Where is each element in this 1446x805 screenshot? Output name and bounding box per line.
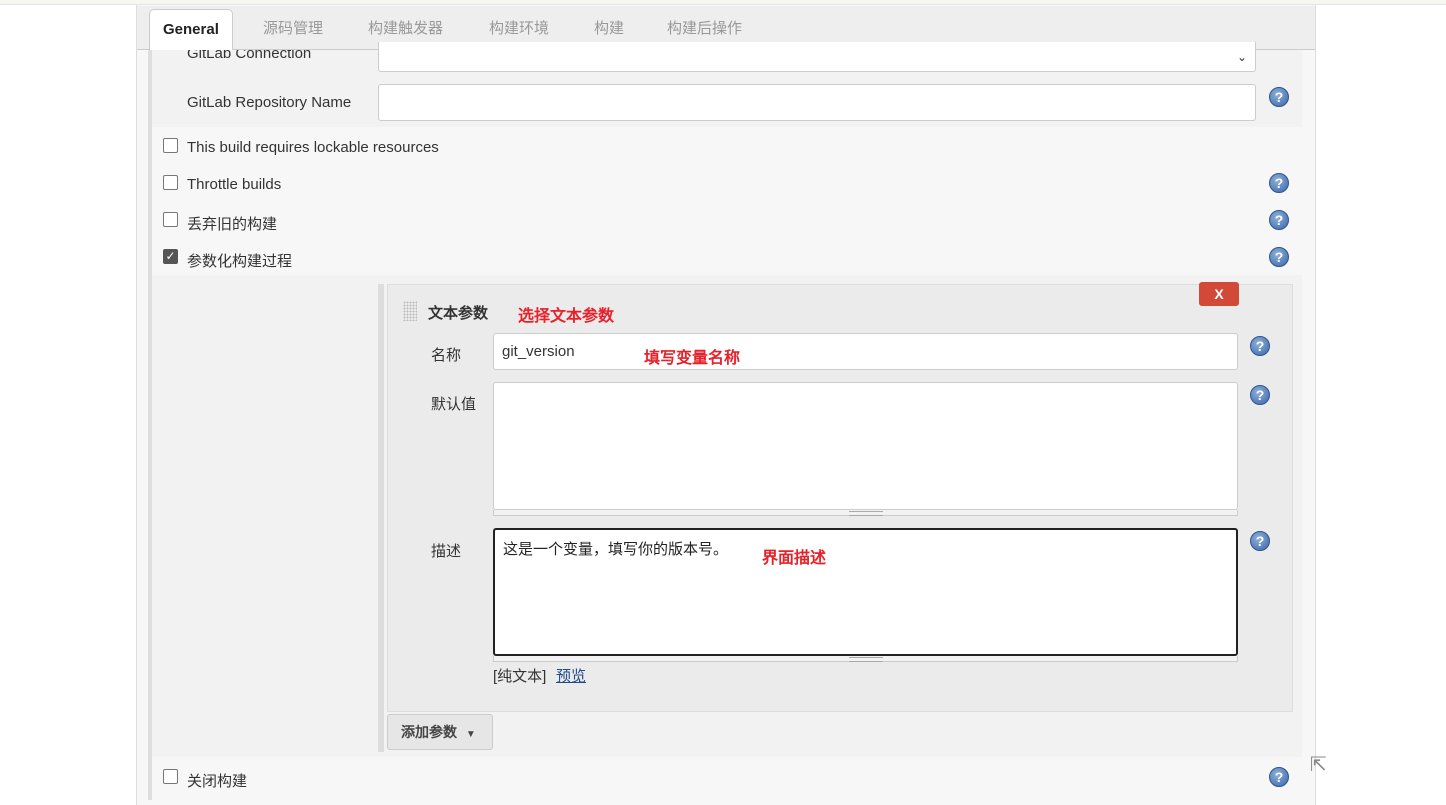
delete-parameter-button[interactable]: X: [1199, 282, 1239, 306]
discard-old-builds-checkbox[interactable]: [163, 212, 178, 227]
resize-handle[interactable]: [493, 510, 1238, 516]
gitlab-repo-label: GitLab Repository Name: [187, 94, 352, 111]
add-parameter-button[interactable]: 添加参数 ▼: [387, 714, 493, 750]
name-input[interactable]: git_version: [493, 333, 1238, 370]
parameter-type-title: 文本参数: [428, 305, 489, 322]
chevron-down-icon: ⌄: [1236, 49, 1247, 64]
disable-build-label: 关闭构建: [187, 773, 248, 790]
disable-build-checkbox[interactable]: [163, 769, 178, 784]
default-value-textarea[interactable]: [493, 382, 1238, 510]
resize-handle[interactable]: [493, 656, 1238, 662]
description-textarea[interactable]: 这是一个变量，填写你的版本号。: [493, 528, 1238, 656]
gitlab-repo-input[interactable]: [378, 84, 1256, 121]
throttle-builds-checkbox[interactable]: [163, 175, 178, 190]
help-icon[interactable]: ?: [1269, 210, 1289, 230]
annotation-choose: 选择文本参数: [518, 308, 615, 325]
preview-link[interactable]: 预览: [556, 665, 586, 686]
help-icon[interactable]: ?: [1269, 87, 1289, 107]
drag-handle-icon[interactable]: [403, 301, 417, 321]
help-icon[interactable]: ?: [1250, 385, 1270, 405]
description-label: 描述: [431, 543, 462, 560]
caret-down-icon: ▼: [465, 729, 476, 740]
add-parameter-label: 添加参数: [401, 724, 457, 740]
help-icon[interactable]: ?: [1269, 247, 1289, 267]
default-value-label: 默认值: [431, 396, 477, 413]
lockable-resources-checkbox[interactable]: [163, 138, 178, 153]
tab-scm[interactable]: 源码管理: [263, 6, 323, 50]
format-label: [纯文本]: [493, 668, 547, 685]
parameters-border: [378, 284, 384, 752]
tab-general[interactable]: General: [149, 9, 233, 51]
discard-old-builds-label: 丢弃旧的构建: [187, 216, 278, 233]
mouse-cursor-icon: ⇱: [1310, 754, 1327, 776]
help-icon[interactable]: ?: [1250, 531, 1270, 551]
name-label: 名称: [431, 347, 462, 364]
parameterized-build-checkbox[interactable]: ✓: [163, 249, 178, 264]
gitlab-connection-select[interactable]: ⌄: [378, 42, 1256, 72]
lockable-resources-label: This build requires lockable resources: [187, 139, 439, 156]
parameterized-build-label: 参数化构建过程: [187, 253, 293, 270]
annotation-name: 填写变量名称: [644, 350, 741, 367]
help-icon[interactable]: ?: [1269, 767, 1289, 787]
annotation-description: 界面描述: [762, 550, 827, 567]
throttle-builds-label: Throttle builds: [187, 176, 282, 193]
help-icon[interactable]: ?: [1250, 336, 1270, 356]
help-icon[interactable]: ?: [1269, 173, 1289, 193]
